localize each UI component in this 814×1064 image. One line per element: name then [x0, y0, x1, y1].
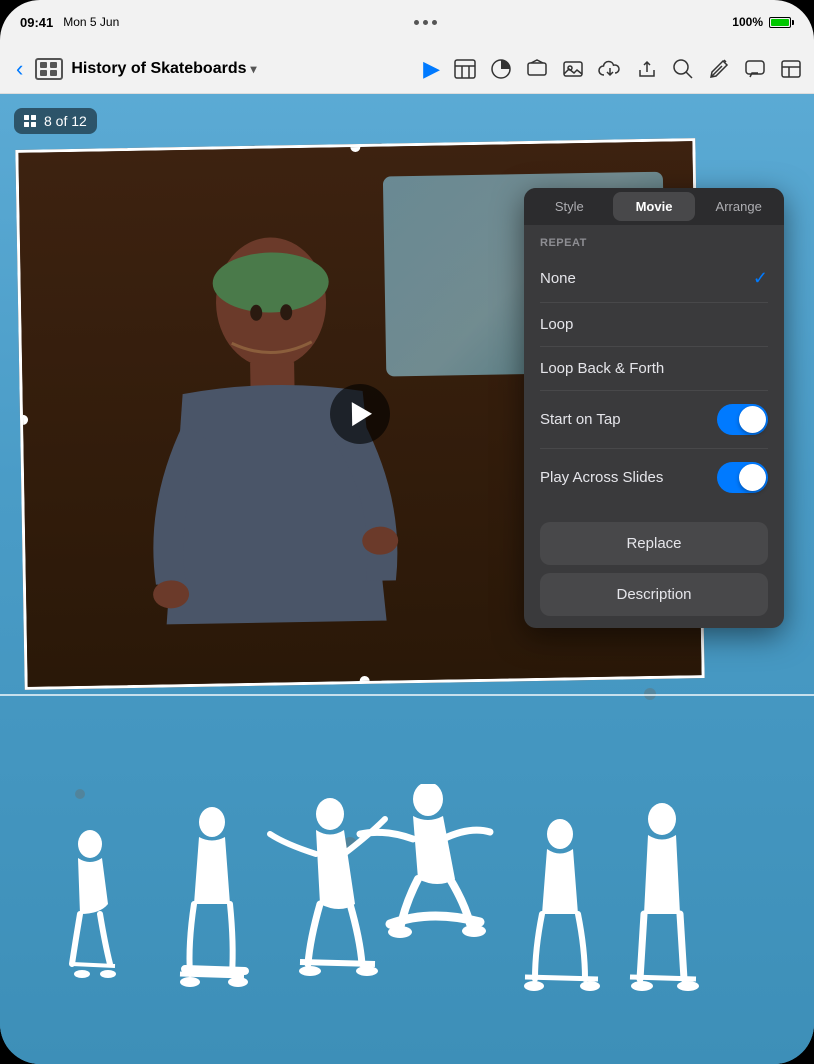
replace-button[interactable]: Replace	[540, 522, 768, 565]
repeat-none-label: None	[540, 270, 576, 287]
play-button[interactable]: ▶	[423, 56, 440, 82]
share-svg	[636, 58, 658, 80]
battery-body	[769, 17, 791, 28]
tab-style[interactable]: Style	[528, 192, 611, 221]
dot3	[432, 20, 437, 25]
share-icon[interactable]	[636, 58, 658, 80]
tab-movie[interactable]: Movie	[613, 192, 696, 221]
cloud-icon[interactable]	[598, 59, 622, 79]
search-icon[interactable]	[672, 58, 694, 80]
chart-icon[interactable]	[490, 58, 512, 80]
title-chevron-icon: ▾	[250, 62, 256, 76]
skaters-silhouettes	[0, 784, 814, 1004]
counter-text: 8 of 12	[44, 113, 87, 129]
battery-percent: 100%	[732, 15, 763, 29]
chart-svg	[490, 58, 512, 80]
popup-actions-area: Replace Description	[524, 506, 784, 628]
toggle-knob-play	[739, 464, 766, 491]
comment-icon[interactable]	[744, 58, 766, 80]
start-on-tap-toggle[interactable]	[717, 404, 768, 435]
media-svg	[562, 58, 584, 80]
date-display: Mon 5 Jun	[63, 15, 119, 29]
search-svg	[672, 58, 694, 80]
more-icon[interactable]	[780, 58, 802, 80]
dot1	[414, 20, 419, 25]
toolbar: ‹ History of Skateboards ▾ ▶	[0, 44, 814, 94]
slide-counter: 8 of 12	[14, 108, 97, 134]
table-svg	[454, 59, 476, 79]
repeat-section-label: REPEAT	[524, 225, 784, 255]
back-button[interactable]: ‹	[12, 52, 27, 86]
comment-svg	[744, 58, 766, 80]
repeat-none-option[interactable]: None ✓	[524, 255, 784, 302]
start-on-tap-label: Start on Tap	[540, 411, 621, 428]
popup-tabs: Style Movie Arrange	[524, 188, 784, 225]
dot2	[423, 20, 428, 25]
repeat-loop-label: Loop	[540, 316, 573, 333]
play-across-slides-toggle[interactable]	[717, 462, 768, 493]
counter-slides-icon	[24, 115, 38, 127]
status-right: 100%	[732, 15, 794, 29]
status-center	[414, 20, 437, 25]
layers-icon[interactable]	[526, 58, 548, 80]
cloud-svg	[598, 59, 622, 79]
tools-svg	[708, 58, 730, 80]
document-title: History of Skateboards	[71, 60, 246, 78]
device-frame: 09:41 Mon 5 Jun 100% ‹	[0, 0, 814, 1064]
time-display: 09:41	[20, 15, 53, 30]
table-icon[interactable]	[454, 59, 476, 79]
layers-svg	[526, 58, 548, 80]
document-title-area[interactable]: History of Skateboards ▾	[71, 60, 256, 78]
repeat-loop-option[interactable]: Loop	[524, 303, 784, 346]
play-across-slides-row: Play Across Slides	[524, 449, 784, 506]
status-time: 09:41 Mon 5 Jun	[20, 15, 119, 30]
popup-panel: Style Movie Arrange REPEAT None ✓ Loop	[524, 188, 784, 628]
description-button[interactable]: Description	[540, 573, 768, 616]
battery-icon	[769, 17, 794, 28]
slide-divider	[0, 694, 814, 696]
person-silhouette	[80, 219, 468, 686]
slides-grid-icon	[40, 62, 58, 76]
checkmark-icon: ✓	[753, 268, 768, 289]
main-content: 8 of 12	[0, 94, 814, 1064]
repeat-loop-backforth-label: Loop Back & Forth	[540, 360, 664, 377]
more-svg	[780, 58, 802, 80]
media-icon[interactable]	[562, 58, 584, 80]
battery-tip	[792, 20, 794, 25]
repeat-loop-backforth-option[interactable]: Loop Back & Forth	[524, 347, 784, 390]
toggle-knob-start	[739, 406, 766, 433]
tab-arrange[interactable]: Arrange	[697, 192, 780, 221]
play-triangle-icon	[352, 402, 372, 426]
play-across-slides-label: Play Across Slides	[540, 469, 663, 486]
start-on-tap-row: Start on Tap	[524, 391, 784, 448]
battery-fill	[771, 19, 789, 26]
toolbar-actions: ▶	[423, 56, 802, 82]
tools-icon[interactable]	[708, 58, 730, 80]
slides-panel-icon[interactable]	[35, 58, 63, 80]
status-bar: 09:41 Mon 5 Jun 100%	[0, 0, 814, 44]
